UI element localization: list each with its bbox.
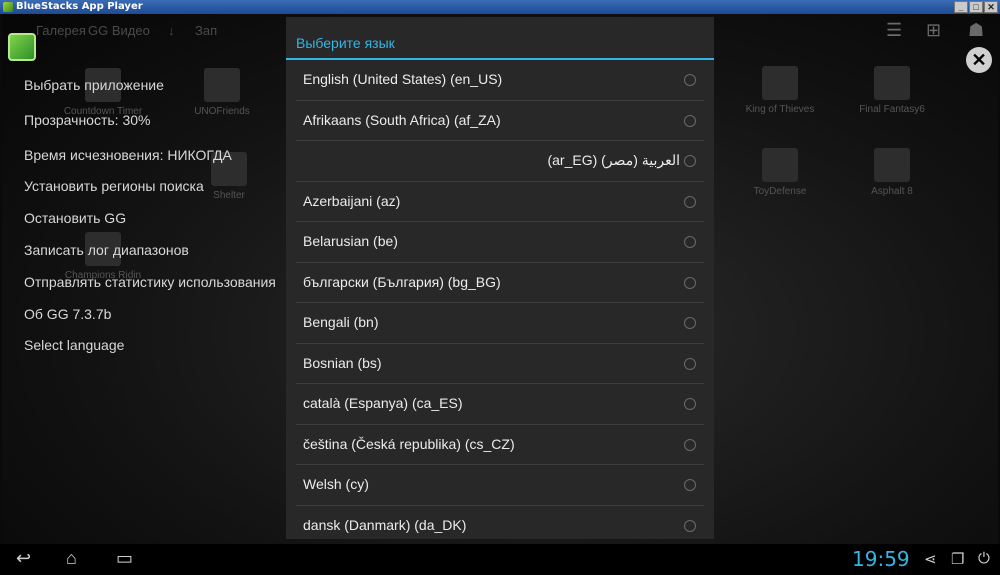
language-option[interactable]: Welsh (cy) <box>296 465 704 506</box>
language-option[interactable]: български (България) (bg_BG) <box>296 263 704 303</box>
status-clock: 19:59 <box>852 547 910 571</box>
thieves-icon <box>762 66 798 100</box>
language-label: Belarusian (be) <box>303 233 398 249</box>
language-option[interactable]: العربية (مصر) (ar_EG) <box>296 141 704 182</box>
language-label: čeština (Česká republika) (cs_CZ) <box>303 435 515 452</box>
background-app: ToyDefense <box>735 148 825 197</box>
language-label: български (България) (bg_BG) <box>303 273 501 290</box>
maximize-button[interactable]: □ <box>969 1 983 13</box>
background-tab: Галерея <box>36 23 86 38</box>
language-option[interactable]: Azerbaijani (az) <box>296 182 704 222</box>
new-window-icon[interactable]: ⊞ <box>926 20 941 41</box>
power-icon[interactable]: ⏻ <box>978 550 990 567</box>
overlay-close-button[interactable]: ✕ <box>966 47 992 73</box>
radio-button[interactable] <box>684 195 696 208</box>
radio-button[interactable] <box>684 114 696 127</box>
menu-hide-time[interactable]: Время исчезновения: НИКОГДА <box>24 147 232 163</box>
uno-icon <box>204 68 240 102</box>
language-label: dansk (Danmark) (da_DK) <box>303 516 467 533</box>
share-icon[interactable]: ⋖ <box>924 550 937 568</box>
language-option[interactable]: Afrikaans (South Africa) (af_ZA) <box>296 101 704 141</box>
radio-button[interactable] <box>684 276 696 289</box>
radio-button[interactable] <box>684 479 696 491</box>
language-label: Azerbaijani (az) <box>303 192 401 209</box>
radio-button[interactable] <box>684 74 696 86</box>
language-option[interactable]: čeština (Česká republika) (cs_CZ) <box>296 425 704 465</box>
menu-select-language[interactable]: Select language <box>24 337 124 353</box>
radio-button[interactable] <box>684 519 696 532</box>
language-option[interactable]: Bengali (bn) <box>296 303 704 344</box>
language-label: Afrikaans (South Africa) (af_ZA) <box>303 111 501 128</box>
background-tab: Зап <box>195 23 218 38</box>
background-app: UNOFriends <box>177 68 267 117</box>
title-bar: BlueStacks App Player _ □ ✕ <box>0 0 1000 14</box>
window-mode-icon[interactable]: ❐ <box>951 550 964 568</box>
language-option[interactable]: Bosnian (bs) <box>296 344 704 384</box>
menu-about[interactable]: Об GG 7.3.7b <box>24 306 111 322</box>
radio-button[interactable] <box>684 155 696 167</box>
android-navigation-bar: ↩ ⌂ ▭ 19:59 ⋖ ❐ ⏻ <box>0 544 1000 575</box>
recents-button-icon[interactable]: ▭ <box>116 548 133 569</box>
dialog-title: Выберите язык <box>296 35 395 51</box>
bluestacks-logo-icon <box>3 2 13 12</box>
background-app: King of Thieves <box>735 66 825 115</box>
menu-stop-gg[interactable]: Остановить GG <box>24 210 126 226</box>
language-label: Welsh (cy) <box>303 476 369 492</box>
language-option[interactable]: català (Espanya) (ca_ES) <box>296 384 704 425</box>
radio-button[interactable] <box>684 236 696 248</box>
background-app: Asphalt 8 <box>847 148 937 197</box>
language-label: العربية (مصر) (ar_EG) <box>547 152 680 168</box>
toydefense-icon <box>762 148 798 182</box>
language-label: Bosnian (bs) <box>303 354 382 371</box>
background-tab: GG Видео <box>88 23 150 38</box>
language-label: Bengali (bn) <box>303 314 379 330</box>
radio-button[interactable] <box>684 398 696 410</box>
android-icon[interactable]: ☗ <box>968 20 984 41</box>
list-menu-icon[interactable]: ☰ <box>886 20 902 41</box>
window-close-button[interactable]: ✕ <box>984 1 998 13</box>
home-button-icon[interactable]: ⌂ <box>66 548 77 569</box>
menu-log-ranges[interactable]: Записать лог диапазонов <box>24 242 189 258</box>
back-button-icon[interactable]: ↩ <box>16 548 31 569</box>
ff6-icon <box>874 66 910 100</box>
radio-button[interactable] <box>684 357 696 370</box>
asphalt-icon <box>874 148 910 182</box>
language-option[interactable]: English (United States) (en_US) <box>296 60 704 101</box>
language-label: català (Espanya) (ca_ES) <box>303 395 463 411</box>
background-tab: ↓ <box>168 23 175 38</box>
menu-select-app[interactable]: Выбрать приложение <box>24 77 164 93</box>
menu-search-regions[interactable]: Установить регионы поиска <box>24 178 204 194</box>
language-list[interactable]: English (United States) (en_US) Afrikaan… <box>296 60 704 539</box>
language-option[interactable]: dansk (Danmark) (da_DK) <box>296 506 704 540</box>
menu-send-stats[interactable]: Отправлять статистику использования <box>24 274 276 290</box>
radio-button[interactable] <box>684 438 696 451</box>
menu-transparency[interactable]: Прозрачность: 30% <box>24 112 150 128</box>
gameguardian-icon[interactable] <box>8 33 36 61</box>
language-dialog: Выберите язык English (United States) (e… <box>286 17 714 539</box>
bluestacks-window: BlueStacks App Player _ □ ✕ Галерея GG В… <box>0 0 1000 575</box>
radio-button[interactable] <box>684 317 696 329</box>
language-label: English (United States) (en_US) <box>303 71 503 87</box>
language-option[interactable]: Belarusian (be) <box>296 222 704 263</box>
minimize-button[interactable]: _ <box>954 1 968 13</box>
window-title: BlueStacks App Player <box>16 1 143 12</box>
background-app: Final Fantasy6 <box>847 66 937 115</box>
